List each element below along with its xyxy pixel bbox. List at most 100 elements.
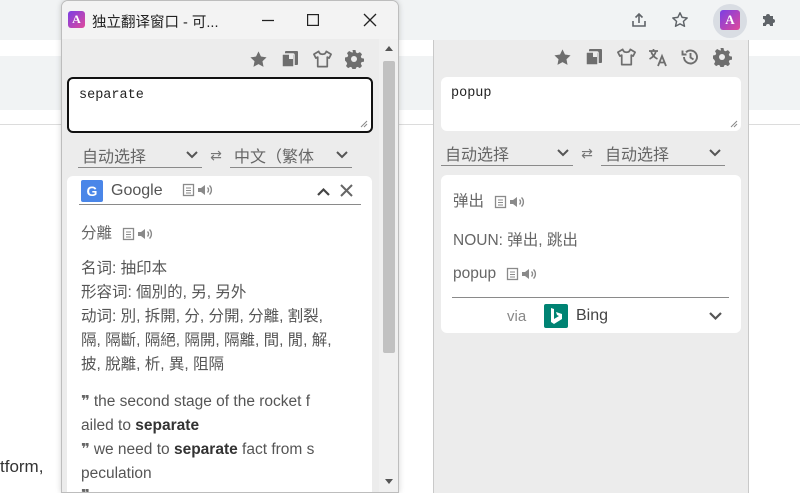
tshirt-theme-icon[interactable]	[614, 45, 638, 69]
window-icon-toolbar	[246, 47, 366, 71]
resize-handle-icon[interactable]	[729, 119, 738, 128]
chevron-down-icon	[709, 148, 721, 156]
chevron-up-icon[interactable]	[317, 187, 330, 196]
speaker-icon[interactable]	[521, 267, 537, 281]
chevron-down-icon	[336, 150, 348, 158]
speaker-icon[interactable]	[509, 195, 525, 209]
window-title: 独立翻译窗口 - 可...	[92, 15, 219, 31]
example-text: the second stage of the rocket f	[93, 393, 311, 410]
example-text: peculation	[81, 465, 152, 482]
close-button[interactable]	[344, 1, 396, 39]
window-titlebar[interactable]: A 独立翻译窗口 - 可...	[62, 1, 398, 39]
translate-icon[interactable]	[646, 45, 670, 69]
example-text: we need to	[93, 441, 174, 458]
google-main-translation-text: 分離	[81, 225, 113, 242]
copy-icon[interactable]	[122, 227, 135, 241]
popup-result-card: 弹出 NOUN: 弹出, 跳出 popup via Bing	[441, 175, 741, 333]
google-result-card: G Google 分離 名词: 抽印本 形容词: 個別的, 另, 另外 动词: …	[67, 176, 372, 492]
speaker-icon[interactable]	[137, 227, 153, 241]
popup-part-of-speech: NOUN: 弹出, 跳出	[453, 232, 578, 249]
example-sentence: ❞ we need to separate fact from s peculat…	[81, 437, 365, 486]
popup-result-divider	[452, 297, 729, 298]
favorite-star-icon[interactable]	[550, 45, 574, 69]
bing-logo-icon	[544, 304, 568, 328]
quote-icon: ❞	[81, 392, 90, 410]
speaker-icon[interactable]	[197, 183, 213, 197]
chevron-down-icon	[557, 148, 569, 156]
popup-language-row: 自动选择 ⇄ 自动选择	[441, 140, 725, 166]
popup-main-translation: 弹出	[453, 189, 525, 211]
google-result-header: G Google	[79, 179, 361, 205]
example-keyword: separate	[135, 417, 200, 434]
popup-engine-footer[interactable]: via Bing	[441, 303, 741, 331]
copy-icon[interactable]	[182, 183, 195, 197]
puzzle-extensions-icon[interactable]	[757, 8, 781, 32]
app-logo-icon: A	[68, 11, 85, 28]
page-background-text: tform,	[0, 457, 44, 476]
maximize-button[interactable]	[287, 1, 339, 39]
google-main-translation: 分離	[81, 221, 153, 243]
window-source-language-label: 自动选择	[82, 148, 147, 166]
popup-target-language-label: 自动选择	[605, 146, 670, 164]
google-translate-logo-icon: G	[81, 180, 103, 202]
popup-main-translation-text: 弹出	[453, 193, 485, 210]
scroll-down-arrow-icon[interactable]	[385, 479, 393, 485]
google-engine-name: Google	[111, 182, 163, 199]
history-icon[interactable]	[678, 45, 702, 69]
settings-gear-icon[interactable]	[710, 45, 734, 69]
translator-extension-icon[interactable]: A	[718, 8, 742, 32]
collection-book-icon[interactable]	[582, 45, 606, 69]
close-result-icon[interactable]	[340, 184, 353, 197]
definition-line: 隔, 隔斷, 隔絕, 隔開, 隔離, 間, 閒, 解,	[81, 332, 332, 349]
settings-gear-icon[interactable]	[342, 47, 366, 71]
window-target-language-label: 中文（繁体	[234, 148, 315, 166]
window-source-text: separate	[79, 88, 144, 103]
translator-popup: popup 自动选择 ⇄ 自动选择 弹出 NOUN: 弹出, 跳出 popup	[433, 40, 749, 493]
resize-handle-icon[interactable]	[359, 119, 368, 128]
definition-line: 动词: 別, 拆開, 分, 分開, 分離, 割裂,	[81, 308, 323, 325]
window-language-row: 自动选择 ⇄ 中文（繁体	[78, 142, 352, 168]
popup-source-text: popup	[451, 86, 492, 101]
chevron-down-icon	[186, 150, 198, 158]
bookmark-star-icon[interactable]	[668, 8, 692, 32]
swap-languages-icon[interactable]: ⇄	[573, 145, 601, 162]
standalone-translation-window: A 独立翻译窗口 - 可... separate 自动选择 ⇄ 中文（繁体 G …	[61, 0, 399, 493]
definition-line: 披, 脫離, 析, 異, 阻隔	[81, 356, 224, 373]
window-target-language-select[interactable]: 中文（繁体	[230, 142, 352, 168]
scroll-thumb[interactable]	[383, 61, 395, 353]
chevron-down-icon[interactable]	[709, 312, 722, 321]
swap-languages-icon[interactable]: ⇄	[202, 147, 230, 164]
window-source-textarea[interactable]: separate	[67, 77, 373, 133]
popup-icon-toolbar	[550, 45, 734, 69]
maximize-icon	[307, 14, 319, 26]
tshirt-theme-icon[interactable]	[310, 47, 334, 71]
popup-source-word: popup	[453, 265, 537, 283]
popup-source-language-label: 自动选择	[445, 146, 510, 164]
example-sentence-partial: ❞	[81, 486, 94, 492]
popup-source-word-text: popup	[453, 265, 497, 282]
quote-icon: ❞	[81, 440, 90, 458]
scroll-up-arrow-icon[interactable]	[385, 45, 393, 51]
window-source-language-select[interactable]: 自动选择	[78, 142, 202, 168]
example-text: fact from s	[237, 441, 315, 458]
copy-icon[interactable]	[494, 195, 507, 209]
popup-target-language-select[interactable]: 自动选择	[601, 140, 725, 166]
example-keyword: separate	[173, 441, 238, 458]
definitions-block: 名词: 抽印本 形容词: 個別的, 另, 另外 动词: 別, 拆開, 分, 分開…	[81, 257, 332, 377]
window-scrollbar[interactable]	[379, 39, 398, 492]
popup-source-textarea[interactable]: popup	[441, 77, 741, 131]
minimize-icon	[262, 19, 274, 22]
example-sentence: ❞ the second stage of the rocket f ailed …	[81, 389, 365, 438]
share-icon[interactable]	[627, 8, 651, 32]
popup-source-language-select[interactable]: 自动选择	[441, 140, 573, 166]
definition-line: 形容词: 個別的, 另, 另外	[81, 284, 247, 301]
favorite-star-icon[interactable]	[246, 47, 270, 71]
copy-icon[interactable]	[506, 267, 519, 281]
quote-icon: ❞	[81, 486, 90, 492]
close-icon	[363, 13, 377, 27]
bing-engine-name: Bing	[576, 307, 609, 324]
collection-book-icon[interactable]	[278, 47, 302, 71]
example-text: ailed to	[81, 417, 136, 434]
via-label: via	[507, 308, 527, 325]
definition-line: 名词: 抽印本	[81, 260, 168, 277]
